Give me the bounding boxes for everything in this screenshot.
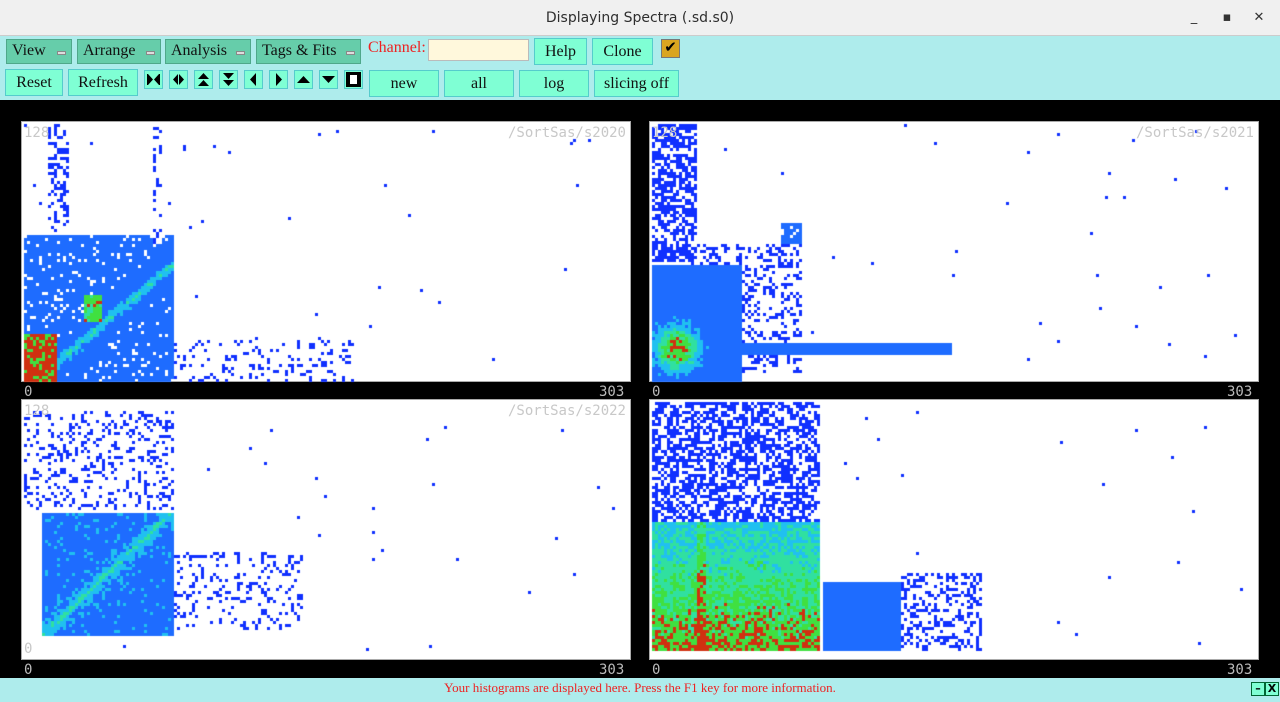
- square-icon: [346, 72, 361, 87]
- spectrum-panel[interactable]: 128/SortSas/s2021: [649, 121, 1260, 383]
- tags-fits-menu[interactable]: Tags & Fits: [256, 39, 361, 64]
- arrow-left-icon: [250, 73, 256, 86]
- status-message: Your histograms are displayed here. Pres…: [444, 680, 836, 695]
- channel-label: Channel:: [368, 39, 426, 56]
- expand-horizontal-icon: [173, 74, 184, 85]
- view-menu-label: View: [12, 42, 46, 59]
- status-close-button[interactable]: X: [1265, 682, 1279, 696]
- slicing-button[interactable]: slicing off: [594, 70, 679, 97]
- arrow-down-icon: [322, 76, 335, 83]
- analysis-menu[interactable]: Analysis: [165, 39, 251, 64]
- spectrum-panel[interactable]: 128/SortSas/s2020: [21, 121, 632, 383]
- toolbar: View Arrange Analysis Tags & Fits Channe…: [0, 36, 1280, 100]
- new-button[interactable]: new: [369, 70, 439, 97]
- dropdown-indicator-icon: [57, 51, 66, 55]
- arrange-menu[interactable]: Arrange: [77, 39, 161, 64]
- tags-fits-menu-label: Tags & Fits: [262, 42, 337, 59]
- maximize-button[interactable]: ▪: [1217, 8, 1237, 28]
- x-min-label: 0: [652, 662, 661, 678]
- collapse-horizontal-icon: [147, 74, 160, 85]
- status-minimize-button[interactable]: –: [1251, 682, 1265, 696]
- window-title: Displaying Spectra (.sd.s0): [545, 10, 735, 26]
- refresh-button[interactable]: Refresh: [68, 69, 138, 96]
- histogram-canvas[interactable]: [22, 400, 632, 661]
- close-button[interactable]: ✕: [1249, 8, 1269, 28]
- y-min-label: 0: [24, 641, 33, 657]
- arrow-right-icon: [276, 73, 282, 86]
- analysis-menu-label: Analysis: [171, 42, 227, 59]
- spectrum-panel[interactable]: [649, 399, 1260, 661]
- x-min-label: 0: [652, 384, 661, 400]
- full-view-button[interactable]: [344, 70, 363, 89]
- reset-button[interactable]: Reset: [5, 69, 63, 96]
- scroll-right-button[interactable]: [269, 70, 288, 89]
- histogram-canvas[interactable]: [650, 400, 1260, 661]
- dropdown-indicator-icon: [146, 51, 155, 55]
- spectrum-name: /SortSas/s2021: [1135, 125, 1254, 141]
- clone-button[interactable]: Clone: [592, 38, 653, 65]
- zoom-out-x-button[interactable]: [169, 70, 188, 89]
- all-button[interactable]: all: [444, 70, 514, 97]
- scroll-left-button[interactable]: [244, 70, 263, 89]
- x-max-label: 303: [1227, 384, 1253, 400]
- y-max-label: 128: [24, 125, 50, 141]
- status-bar: Your histograms are displayed here. Pres…: [0, 678, 1280, 702]
- window-title-bar: Displaying Spectra (.sd.s0) _ ▪ ✕: [0, 0, 1280, 36]
- dropdown-indicator-icon: [346, 51, 355, 55]
- log-button[interactable]: log: [519, 70, 589, 97]
- x-max-label: 303: [599, 384, 625, 400]
- histogram-canvas[interactable]: [650, 122, 1260, 383]
- y-max-label: 128: [652, 125, 678, 141]
- zoom-out-y-button[interactable]: [194, 70, 213, 89]
- x-max-label: 303: [1227, 662, 1253, 678]
- expand-vertical-icon: [198, 73, 209, 86]
- zoom-in-x-button[interactable]: [144, 70, 163, 89]
- spectrum-panel[interactable]: 128/SortSas/s2022 0: [21, 399, 632, 661]
- spectrum-name: /SortSas/s2022: [507, 403, 626, 419]
- zoom-in-y-button[interactable]: [219, 70, 238, 89]
- view-menu[interactable]: View: [6, 39, 72, 64]
- x-min-label: 0: [24, 384, 33, 400]
- arrange-menu-label: Arrange: [83, 42, 136, 59]
- channel-input[interactable]: [428, 39, 529, 61]
- spectrum-name: /SortSas/s2020: [507, 125, 626, 141]
- checkbox[interactable]: ✔: [661, 39, 680, 58]
- histogram-canvas[interactable]: [22, 122, 632, 383]
- help-button[interactable]: Help: [534, 38, 587, 65]
- x-max-label: 303: [599, 662, 625, 678]
- scroll-down-button[interactable]: [319, 70, 338, 89]
- x-min-label: 0: [24, 662, 33, 678]
- minimize-button[interactable]: _: [1184, 8, 1204, 28]
- scroll-up-button[interactable]: [294, 70, 313, 89]
- collapse-vertical-icon: [223, 73, 234, 86]
- arrow-up-icon: [297, 76, 310, 83]
- y-max-label: 128: [24, 403, 50, 419]
- dropdown-indicator-icon: [236, 51, 245, 55]
